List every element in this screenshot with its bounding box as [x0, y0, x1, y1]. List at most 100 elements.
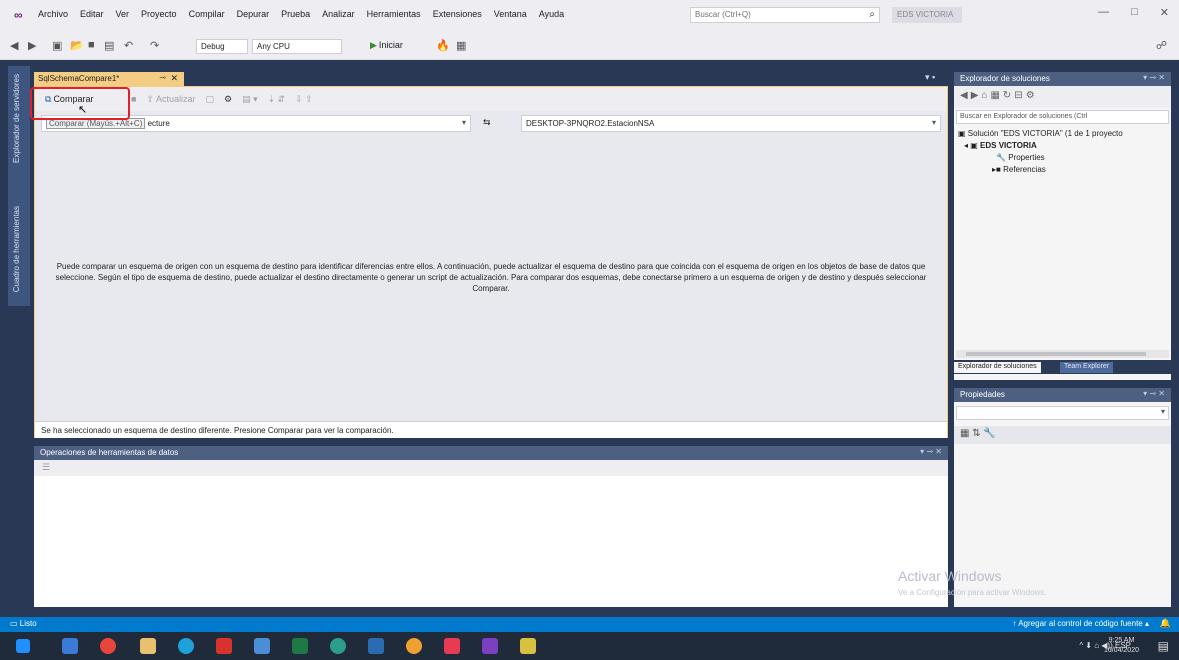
undo-icon[interactable]: ↶: [124, 39, 133, 52]
status-ready-label: Listo: [19, 619, 37, 628]
data-tools-operations-title: Operaciones de herramientas de datos: [40, 448, 179, 457]
start-menu-icon[interactable]: [16, 639, 30, 653]
app-icon[interactable]: [330, 638, 346, 654]
update-button[interactable]: ⇪ Actualizar: [146, 94, 195, 105]
panel-controls-icon[interactable]: ▾ ⊸ ✕: [1143, 73, 1165, 82]
menu-item-prueba[interactable]: Prueba: [281, 9, 310, 19]
chevron-down-icon[interactable]: ▾: [1161, 407, 1165, 416]
app-icon[interactable]: [520, 638, 536, 654]
menu-item-ver[interactable]: Ver: [116, 9, 130, 19]
back-icon[interactable]: ◀: [10, 39, 18, 52]
app-icon[interactable]: [444, 638, 460, 654]
save-all-icon[interactable]: ▤: [104, 39, 114, 52]
activate-windows-watermark: Activar Windows: [898, 568, 1002, 584]
horizontal-scrollbar[interactable]: [956, 350, 1169, 358]
sync-icon[interactable]: ↻: [1003, 90, 1014, 101]
clock-time: 9:25 AM: [1108, 637, 1135, 644]
play-icon: ▶: [370, 40, 377, 50]
solution-tree: ▣ Solución "EDS VICTORIA" (1 de 1 proyec…: [958, 128, 1123, 176]
options-icon[interactable]: ⚙: [224, 94, 232, 105]
platform-select[interactable]: Any CPU: [252, 39, 342, 54]
group-results-icon[interactable]: ▤ ▾: [242, 94, 258, 105]
pin-icon[interactable]: ⊸: [159, 73, 166, 82]
back-icon[interactable]: ◀: [960, 90, 971, 101]
property-pages-icon[interactable]: 🔧: [983, 428, 995, 439]
save-icon[interactable]: ■: [88, 39, 95, 51]
menu-item-depurar[interactable]: Depurar: [237, 9, 270, 19]
solution-explorer-search[interactable]: Buscar en Explorador de soluciones (Ctrl: [956, 110, 1169, 124]
open-file-icon[interactable]: 📂: [70, 39, 84, 52]
tree-item-references[interactable]: ▸■ Referencias: [958, 164, 1123, 176]
hot-reload-icon[interactable]: 🔥: [436, 39, 450, 52]
task-view-icon[interactable]: [62, 638, 78, 654]
word-icon[interactable]: [368, 638, 384, 654]
edge-icon[interactable]: [178, 638, 194, 654]
minimize-icon[interactable]: —: [1098, 6, 1109, 19]
acrobat-icon[interactable]: [216, 638, 232, 654]
categorized-icon[interactable]: ▦: [960, 428, 969, 439]
tree-item-project[interactable]: ◂ ▣ EDS VICTORIA: [958, 140, 1123, 152]
menu-item-proyecto[interactable]: Proyecto: [141, 9, 177, 19]
search-input[interactable]: Buscar (Ctrl+Q) ⌕: [690, 7, 880, 23]
menu-item-editar[interactable]: Editar: [80, 9, 104, 19]
menu-item-ventana[interactable]: Ventana: [494, 9, 527, 19]
maximize-icon[interactable]: □: [1131, 6, 1138, 19]
excel-icon[interactable]: [292, 638, 308, 654]
menu-item-extensiones[interactable]: Extensiones: [433, 9, 482, 19]
tab-solution-explorer[interactable]: Explorador de soluciones: [954, 362, 1041, 373]
tab-team-explorer[interactable]: Team Explorer: [1060, 362, 1114, 373]
next-change-icon[interactable]: ⇩ ⇧: [295, 94, 313, 105]
app-icon[interactable]: [254, 638, 270, 654]
switch-views-icon[interactable]: ▦: [990, 90, 1002, 101]
tree-item-properties[interactable]: 🔧 Properties: [958, 152, 1123, 164]
scrollbar-thumb[interactable]: [966, 352, 1146, 356]
target-schema-select[interactable]: DESKTOP-3PNQRO2.EstacionNSA ▾: [521, 115, 941, 132]
chrome-icon[interactable]: [100, 638, 116, 654]
new-project-icon[interactable]: ▣: [52, 39, 62, 52]
close-icon[interactable]: ✕: [1160, 6, 1169, 19]
app-icon[interactable]: [406, 638, 422, 654]
redo-icon[interactable]: ↷: [150, 39, 159, 52]
settings-icon[interactable]: ⚙: [1026, 90, 1038, 101]
add-to-source-control[interactable]: ↑ Agregar al control de código fuente ▴: [1012, 619, 1149, 628]
menu-item-compilar[interactable]: Compilar: [189, 9, 225, 19]
swap-schemas-button[interactable]: ⇆: [483, 117, 491, 128]
tree-item-solution[interactable]: ▣ Solución "EDS VICTORIA" (1 de 1 proyec…: [958, 128, 1123, 140]
chevron-down-icon[interactable]: ▾: [462, 118, 466, 127]
forward-icon[interactable]: ▶: [971, 90, 982, 101]
solution-explorer-tabs: Explorador de soluciones Team Explorer: [954, 360, 1171, 374]
visual-studio-icon[interactable]: [482, 638, 498, 654]
generate-script-icon[interactable]: ▢: [206, 94, 215, 105]
source-schema-tail: ecture: [147, 119, 170, 128]
activate-windows-subtitle: Ve a Configuración para activar Windows.: [898, 588, 1047, 597]
doc-area-dropdown-icon[interactable]: ▾ ▪: [925, 72, 935, 83]
alphabetical-icon[interactable]: ⇅: [972, 428, 980, 439]
forward-icon[interactable]: ▶: [28, 39, 36, 52]
live-share-icon[interactable]: ☍: [1156, 39, 1167, 52]
clear-icon[interactable]: ☰: [42, 462, 50, 473]
panel-controls-icon[interactable]: ▾ ⊸ ✕: [1143, 389, 1165, 398]
panel-controls-icon[interactable]: ▾ ⊸ ✕: [920, 447, 942, 456]
menu-item-archivo[interactable]: Archivo: [38, 9, 68, 19]
server-explorer-tab[interactable]: Explorador de servidores: [12, 74, 21, 163]
document-tab[interactable]: SqlSchemaCompare1* ⊸ ✕: [34, 72, 184, 86]
status-bar: ▭ Listo ↑ Agregar al control de código f…: [0, 617, 1179, 632]
filter-icon[interactable]: ⇣ ⇵: [268, 94, 286, 105]
notifications-bell-icon[interactable]: 🔔: [1160, 618, 1171, 629]
menu-item-herramientas[interactable]: Herramientas: [367, 9, 421, 19]
file-explorer-icon[interactable]: [140, 638, 156, 654]
start-button[interactable]: ▶ Iniciar: [370, 40, 403, 51]
configuration-select[interactable]: Debug: [196, 39, 248, 54]
menu-item-ayuda[interactable]: Ayuda: [539, 9, 564, 19]
chevron-down-icon[interactable]: ▾: [932, 118, 936, 127]
clock[interactable]: 9:25 AM 16/04/2020: [1104, 636, 1139, 656]
collapse-icon[interactable]: ⊟: [1014, 90, 1025, 101]
notification-center-icon[interactable]: ▤: [1158, 639, 1169, 653]
close-tab-icon[interactable]: ✕: [170, 73, 178, 84]
layout-icon[interactable]: ▦: [456, 39, 466, 52]
properties-object-select[interactable]: ▾: [956, 406, 1169, 420]
stop-icon[interactable]: ■: [131, 94, 136, 105]
search-icon[interactable]: ⌕: [869, 9, 875, 20]
menu-item-analizar[interactable]: Analizar: [322, 9, 355, 19]
toolbox-tab[interactable]: Cuadro de herramientas: [12, 206, 21, 292]
